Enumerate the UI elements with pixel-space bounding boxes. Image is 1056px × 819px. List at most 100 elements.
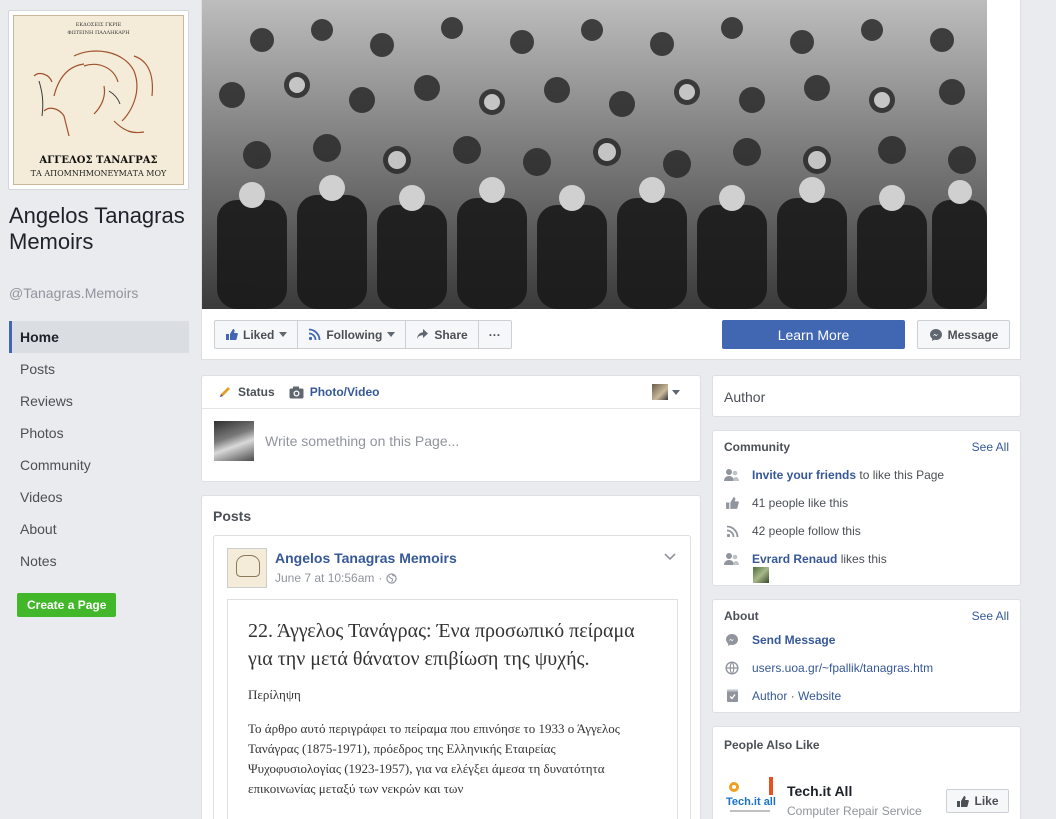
friends-icon <box>724 467 740 483</box>
cover-photo[interactable] <box>202 0 987 309</box>
nav-item-posts[interactable]: Posts <box>9 353 189 385</box>
tab-status[interactable]: Status <box>218 385 275 399</box>
chevron-down-icon <box>279 332 288 337</box>
composer-input[interactable]: Write something on this Page... <box>265 433 459 449</box>
follows-count[interactable]: 42 people follow this <box>752 524 861 538</box>
chevron-down-icon <box>387 332 396 337</box>
about-card: About See All Send Message users.uoa.gr/… <box>712 599 1021 713</box>
posts-header: Posts <box>213 508 252 524</box>
like-thumb-icon <box>226 329 238 340</box>
page-action-bar: Liked Following Share ··· <box>214 320 512 349</box>
website-row: users.uoa.gr/~fpallik/tanagras.htm <box>724 660 933 676</box>
article-title: 22. Άγγελος Τανάγρας: Ένα προσωπικό πείρ… <box>248 620 635 670</box>
composer-identity-selector[interactable] <box>652 384 680 400</box>
profile-picture-artwork: ΕΚΔΟΣΕΙΣ ΓΚΡΙΕ ΦΩΤΕΙΝΗ ΠΑΛΛΗΚΑΡΗ ΑΓΓΕΛΟΣ… <box>13 15 184 185</box>
profile-book-subtitle: ΤΑ ΑΠΟΜΝΗΜΟΝΕΥΜΑΤΑ ΜΟΥ <box>30 169 167 178</box>
suggested-page-like-label: Like <box>974 794 999 808</box>
rss-icon <box>309 328 321 341</box>
nav-item-home[interactable]: Home <box>9 321 189 353</box>
share-arrow-icon <box>417 329 429 339</box>
category-separator: · <box>790 689 795 703</box>
post-author-avatar[interactable] <box>227 548 267 588</box>
following-label: Following <box>326 327 383 342</box>
post-card: Angelos Tanagras Memoirs June 7 at 10:56… <box>213 535 691 819</box>
nav-item-photos[interactable]: Photos <box>9 417 189 449</box>
avatar <box>214 421 254 461</box>
page-title[interactable]: Angelos Tanagras Memoirs <box>9 203 189 255</box>
rss-icon <box>724 523 740 539</box>
follows-count-row: 42 people follow this <box>724 523 861 539</box>
article-body: Το άρθρο αυτό περιγράφει το πείραμα που … <box>248 721 620 796</box>
nav-item-videos[interactable]: Videos <box>9 481 189 513</box>
community-title: Community <box>724 440 790 454</box>
category-author-link[interactable]: Author <box>752 689 787 703</box>
friend-name-link[interactable]: Evrard Renaud <box>752 552 837 566</box>
post-timestamp[interactable]: June 7 at 10:56am <box>275 571 374 585</box>
suggested-page-logo[interactable]: Tech.it all <box>724 775 776 819</box>
chevron-down-icon <box>672 389 680 395</box>
like-thumb-icon <box>724 495 740 511</box>
suggested-page-name[interactable]: Tech.it All <box>787 783 852 799</box>
invite-friends-rest: to like this Page <box>859 468 945 482</box>
profile-picture[interactable]: ΕΚΔΟΣΕΙΣ ΓΚΡΙΕ ΦΩΤΕΙΝΗ ΠΑΛΛΗΚΑΡΗ ΑΓΓΕΛΟΣ… <box>8 10 189 190</box>
pencil-icon <box>220 387 230 397</box>
likes-count[interactable]: 41 people like this <box>752 496 848 510</box>
nav-item-notes[interactable]: Notes <box>9 545 189 577</box>
nav-item-community[interactable]: Community <box>9 449 189 481</box>
like-thumb-icon <box>957 795 970 807</box>
invite-friends-row: Invite your friends to like this Page <box>724 467 944 483</box>
about-title: About <box>724 609 759 623</box>
message-button[interactable]: Message <box>917 320 1010 349</box>
suggested-page-like-button[interactable]: Like <box>946 789 1009 813</box>
category-card: Author <box>712 375 1021 417</box>
following-button[interactable]: Following <box>297 320 407 349</box>
category-row: Author · Website <box>724 688 841 704</box>
suggested-page-category: Computer Repair Service <box>787 804 922 818</box>
friend-avatar[interactable] <box>753 567 769 583</box>
profile-book-title: ΑΓΓΕΛΟΣ ΤΑΝΑΓΡΑΣ <box>39 155 158 166</box>
category-website-link[interactable]: Website <box>798 689 841 703</box>
invite-friends-link[interactable]: Invite your friends <box>752 468 856 482</box>
posts-section: Posts Angelos Tanagras Memoirs June 7 at… <box>201 495 701 819</box>
category-author-label: Author <box>724 389 766 405</box>
post-options-chevron-icon[interactable] <box>664 550 676 564</box>
composer-body: Write something on this Page... <box>202 409 700 473</box>
liked-button[interactable]: Liked <box>214 320 299 349</box>
community-see-all-link[interactable]: See All <box>972 440 1009 454</box>
post-author-link[interactable]: Angelos Tanagras Memoirs <box>275 550 457 566</box>
about-see-all-link[interactable]: See All <box>972 609 1009 623</box>
learn-more-button[interactable]: Learn More <box>722 320 905 349</box>
nav-item-about[interactable]: About <box>9 513 189 545</box>
send-message-link[interactable]: Send Message <box>752 633 835 647</box>
cover-photo-image <box>202 0 987 309</box>
message-label: Message <box>947 327 999 342</box>
page-handle[interactable]: @Tanagras.Memoirs <box>9 285 138 301</box>
article-label: Περίληψη <box>248 687 301 702</box>
share-button[interactable]: Share <box>405 320 479 349</box>
post-composer: Status Photo/Video Write something on th… <box>201 375 701 482</box>
create-page-button[interactable]: Create a Page <box>17 593 117 617</box>
share-label: Share <box>434 327 468 342</box>
nav-item-reviews[interactable]: Reviews <box>9 385 189 417</box>
suggested-page-logo-text: Tech.it all <box>726 796 776 808</box>
community-card: Community See All Invite your friends to… <box>712 430 1021 586</box>
messenger-icon <box>724 632 740 648</box>
tab-photo-video[interactable]: Photo/Video <box>289 385 380 399</box>
tab-photo-video-label: Photo/Video <box>309 385 380 399</box>
people-also-like-card: People Also Like Tech.it all Tech.it All… <box>712 726 1021 819</box>
page-nav: Home Posts Reviews Photos Community Vide… <box>9 321 189 577</box>
avatar <box>652 384 668 400</box>
cover-card: Liked Following Share ··· Learn More Mes… <box>201 0 1021 360</box>
friend-likes-rest: likes this <box>840 552 887 566</box>
messenger-icon <box>929 328 942 341</box>
friend-likes-row: Evrard Renaud likes this <box>724 551 887 567</box>
likes-count-row: 41 people like this <box>724 495 848 511</box>
more-options-button[interactable]: ··· <box>477 320 512 349</box>
composer-tabs: Status Photo/Video <box>202 376 700 409</box>
post-article-preview[interactable]: 22. Άγγελος Τανάγρας: Ένα προσωπικό πείρ… <box>227 599 678 819</box>
globe-icon <box>386 572 398 584</box>
more-dots-icon: ··· <box>488 327 501 342</box>
website-link[interactable]: users.uoa.gr/~fpallik/tanagras.htm <box>752 661 933 675</box>
left-column: ΕΚΔΟΣΕΙΣ ΓΚΡΙΕ ΦΩΤΕΙΝΗ ΠΑΛΛΗΚΑΡΗ ΑΓΓΕΛΟΣ… <box>0 0 200 819</box>
tab-status-label: Status <box>238 385 275 399</box>
